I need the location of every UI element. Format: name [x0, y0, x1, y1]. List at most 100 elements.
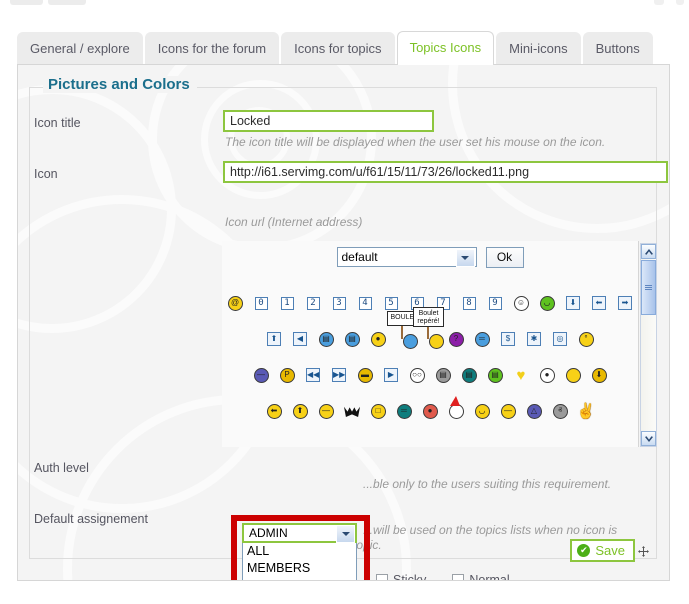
auth-level-label: Auth level	[34, 461, 89, 475]
icon-glyph: ▤	[461, 367, 477, 383]
digit-4-icon[interactable]: 4	[357, 295, 373, 311]
scroll-down-arrow-icon[interactable]	[641, 431, 656, 446]
flat-smiley-icon[interactable]: —	[500, 403, 516, 419]
play-box-icon[interactable]: ▶	[383, 367, 399, 383]
arrow-left-circle-icon[interactable]: ⬅	[266, 403, 282, 419]
rabbit-icon[interactable]: ●	[539, 367, 555, 383]
scrollbar-thumb[interactable]	[641, 260, 656, 315]
nerd-white-icon[interactable]: ○○	[409, 367, 425, 383]
yellow-heart-icon[interactable]: ♥	[513, 367, 529, 383]
key-smiley-icon[interactable]: —	[318, 403, 334, 419]
idea-smiley-icon[interactable]: ●	[370, 331, 386, 347]
teal-cap-icon[interactable]: ═	[396, 403, 412, 419]
boulet-sign-icon[interactable]: BOULET	[387, 311, 422, 349]
dollar-box-icon[interactable]: $	[500, 331, 516, 347]
target-box-icon[interactable]: ◎	[552, 331, 568, 347]
auth-level-option[interactable]: MEMBERS	[243, 560, 356, 577]
digit-8-icon[interactable]: 8	[461, 295, 477, 311]
checkbox-box[interactable]	[452, 574, 465, 580]
tab-label: Topics Icons	[409, 40, 482, 55]
alien-smiley-icon[interactable]: ◡	[539, 295, 555, 311]
icon-category-select[interactable]: default	[336, 247, 477, 267]
santa-smiley-icon[interactable]	[448, 396, 464, 419]
at-sign-icon[interactable]: @	[227, 295, 243, 311]
asterisk-box-icon[interactable]: ✱	[526, 331, 542, 347]
red-smiley-icon[interactable]: ●	[422, 403, 438, 419]
php-logo-icon[interactable]: P	[279, 367, 295, 383]
icon-picker-scrollbar[interactable]	[640, 243, 657, 447]
checkbox-box[interactable]	[376, 574, 388, 580]
big-grin-icon[interactable]: □	[370, 403, 386, 419]
digit-0-icon[interactable]: 0	[253, 295, 269, 311]
teal-grin-icon[interactable]: ▤	[461, 367, 477, 383]
checkbox-normal[interactable]: Normal	[452, 573, 510, 580]
tab-label: Buttons	[595, 41, 640, 56]
icon-glyph: 5	[384, 296, 398, 310]
chevron-down-icon[interactable]	[336, 525, 355, 543]
grey-grin-icon[interactable]: ▤	[435, 367, 451, 383]
tab-label: Icons for topics	[294, 41, 382, 56]
auth-level-option[interactable]: ALL	[243, 543, 356, 560]
purple-confused-icon[interactable]: ?	[448, 331, 464, 347]
tab-buttons[interactable]: Buttons	[582, 32, 653, 65]
icon-glyph: —	[253, 367, 269, 383]
batman-icon[interactable]	[344, 403, 360, 419]
blue-grin-icon[interactable]: ▤	[318, 331, 334, 347]
plain-yellow-circle-icon[interactable]	[565, 367, 581, 383]
icon-glyph: △	[526, 403, 542, 419]
icon-glyph: P	[279, 367, 295, 383]
fastforward-box-icon[interactable]: ▶▶	[331, 367, 347, 383]
icon-glyph: ▤	[487, 367, 503, 383]
blue-cool-icon[interactable]: ═	[474, 331, 490, 347]
tab-icons-for-the-forum[interactable]: Icons for the forum	[144, 32, 280, 65]
digit-5-icon[interactable]: 5	[383, 295, 399, 311]
green-grin-icon[interactable]: ▤	[487, 367, 503, 383]
cat-icon[interactable]: ⱏ	[552, 403, 568, 419]
arrow-up-circle-icon[interactable]: ⬆	[292, 403, 308, 419]
icon-category-ok-button[interactable]: Ok	[485, 246, 524, 268]
tab-icons-for-topics[interactable]: Icons for topics	[281, 32, 395, 65]
arrow-right-box-icon[interactable]: ➡	[617, 295, 633, 311]
happy-smiley-icon[interactable]: ◡	[474, 403, 490, 419]
arrow-down-box-icon[interactable]: ⬇	[565, 295, 581, 311]
icon-title-input[interactable]	[223, 110, 434, 132]
move-cursor-icon	[638, 546, 649, 557]
white-smiley-icon[interactable]: ☺	[513, 295, 529, 311]
icon-url-input[interactable]	[223, 161, 668, 183]
save-button[interactable]: ✔ Save	[570, 539, 635, 562]
digit-1-icon[interactable]: 1	[279, 295, 295, 311]
icon-url-hint: Icon url (Internet address)	[225, 215, 363, 229]
top-fragment-4	[676, 0, 684, 5]
chevron-down-icon[interactable]	[455, 249, 475, 267]
top-fragment-2	[48, 0, 86, 5]
arrow-down-circle-icon[interactable]: ⬇	[591, 367, 607, 383]
thinking-smiley-icon[interactable]: °	[578, 331, 594, 347]
checkbox-sticky[interactable]: Sticky	[376, 573, 426, 580]
icon-glyph: ⬇	[566, 296, 580, 310]
auth-level-option[interactable]: MODERATORS	[243, 577, 356, 580]
arrow-up-box-icon[interactable]: ⬆	[266, 331, 282, 347]
ninja-smiley-icon[interactable]: —	[253, 367, 269, 383]
tab-topics-icons[interactable]: Topics Icons	[396, 31, 495, 65]
rewind-box-icon[interactable]: ◀◀	[305, 367, 321, 383]
arrow-left-box-icon[interactable]: ⬅	[591, 295, 607, 311]
tab-general-explore[interactable]: General / explore	[17, 32, 143, 65]
auth-level-hint: ...ble only to the users suiting this re…	[363, 477, 612, 491]
icon-picker: default Ok @0 1 2 3 4 5 6 7 8 9 ☺ ◡ ⬇ ⬅ ➡ ⬆ ◀ ▤ ▤ ● BOULET Bo…	[222, 241, 639, 447]
icon-glyph: °	[578, 331, 594, 347]
digit-3-icon[interactable]: 3	[331, 295, 347, 311]
elf-smiley-icon[interactable]: △	[526, 403, 542, 419]
digit-2-icon[interactable]: 2	[305, 295, 321, 311]
digit-9-icon[interactable]: 9	[487, 295, 503, 311]
scroll-up-arrow-icon[interactable]	[641, 244, 656, 259]
auth-level-select[interactable]: ADMIN	[242, 523, 357, 543]
blue-grin-2-icon[interactable]: ▤	[344, 331, 360, 347]
arrow-left-small-box-icon[interactable]: ◀	[292, 331, 308, 347]
icon-title-hint: The icon title will be displayed when th…	[225, 135, 606, 149]
auth-level-options-list[interactable]: ALLMEMBERSMODERATORSADMIN	[242, 543, 357, 580]
hat-smiley-icon[interactable]: ▬	[357, 367, 373, 383]
rock-hand-icon[interactable]: ✌	[577, 403, 596, 419]
tab-mini-icons[interactable]: Mini-icons	[496, 32, 581, 65]
sign-smiley	[403, 334, 418, 349]
boulet-repere-sign-icon[interactable]: Boulet repéré!	[413, 307, 444, 349]
